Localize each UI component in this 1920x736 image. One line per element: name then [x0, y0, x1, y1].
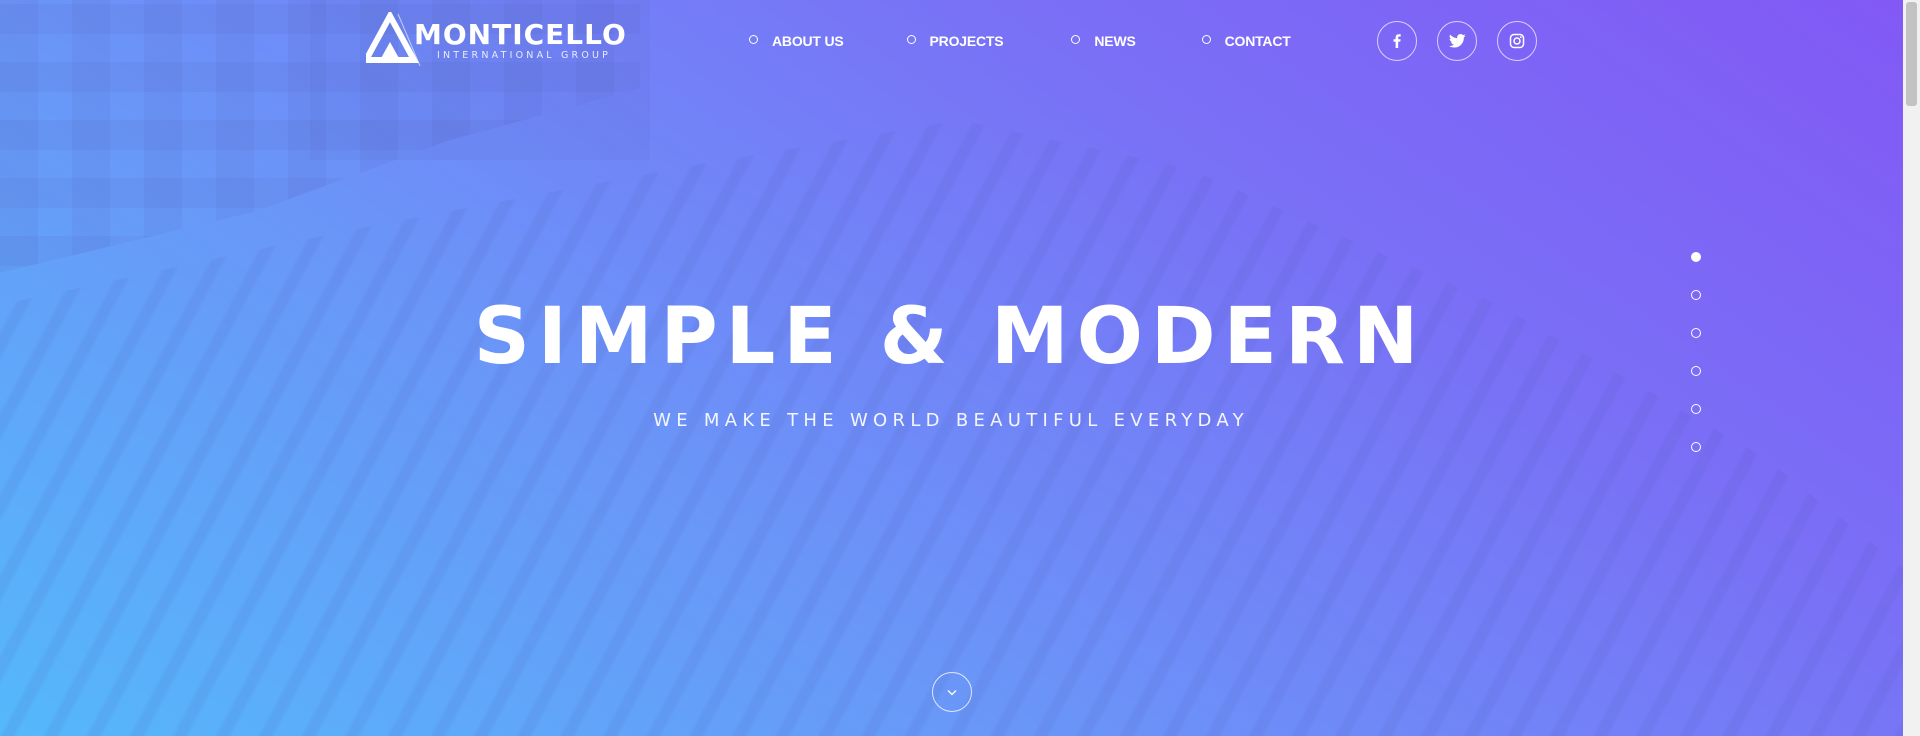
slider-dot-3[interactable]	[1691, 328, 1701, 338]
brand-tagline: INTERNATIONAL GROUP	[437, 50, 612, 61]
chevron-down-icon	[947, 689, 957, 695]
twitter-button[interactable]	[1437, 21, 1477, 61]
nav-item-about-us[interactable]: ABOUT US	[749, 33, 844, 49]
nav-bullet-icon	[749, 34, 758, 44]
nav-bullet-icon	[1071, 34, 1081, 44]
nav-bullet-icon	[906, 34, 916, 44]
nav-item-projects[interactable]: PROJECTS	[906, 33, 1004, 49]
site-logo[interactable]: MONTICELLO INTERNATIONAL GROUP	[366, 12, 626, 66]
nav-item-news[interactable]: NEWS	[1071, 33, 1136, 49]
nav-bullet-icon	[1201, 34, 1211, 44]
brand-name: MONTICELLO	[414, 18, 627, 51]
instagram-icon	[1509, 33, 1525, 49]
slider-dot-5[interactable]	[1691, 404, 1701, 414]
scrollbar-thumb[interactable]	[1906, 2, 1917, 106]
nav-item-label: NEWS	[1094, 33, 1136, 49]
nav-item-contact[interactable]: CONTACT	[1201, 33, 1291, 49]
hero-title: SIMPLE & MODERN	[473, 292, 1427, 382]
slider-dot-2[interactable]	[1691, 290, 1701, 300]
slider-pagination	[1691, 252, 1701, 480]
hero-page: MONTICELLO INTERNATIONAL GROUP ABOUT US …	[0, 0, 1920, 736]
main-nav: ABOUT US PROJECTS NEWS CONTACT	[749, 33, 1354, 49]
twitter-icon	[1448, 33, 1466, 48]
slider-dot-1[interactable]	[1691, 252, 1701, 262]
nav-item-label: CONTACT	[1224, 33, 1291, 49]
nav-item-label: ABOUT US	[772, 33, 844, 49]
scroll-down-button[interactable]	[932, 672, 972, 712]
slider-dot-4[interactable]	[1691, 366, 1701, 376]
facebook-button[interactable]	[1377, 21, 1417, 61]
page-scrollbar[interactable]	[1903, 0, 1920, 736]
nav-item-label: PROJECTS	[929, 33, 1004, 49]
facebook-icon	[1393, 34, 1401, 48]
social-links	[1377, 21, 1557, 61]
slider-dot-6[interactable]	[1691, 442, 1701, 452]
instagram-button[interactable]	[1497, 21, 1537, 61]
hero-subtitle: WE MAKE THE WORLD BEAUTIFUL EVERYDAY	[653, 410, 1249, 431]
